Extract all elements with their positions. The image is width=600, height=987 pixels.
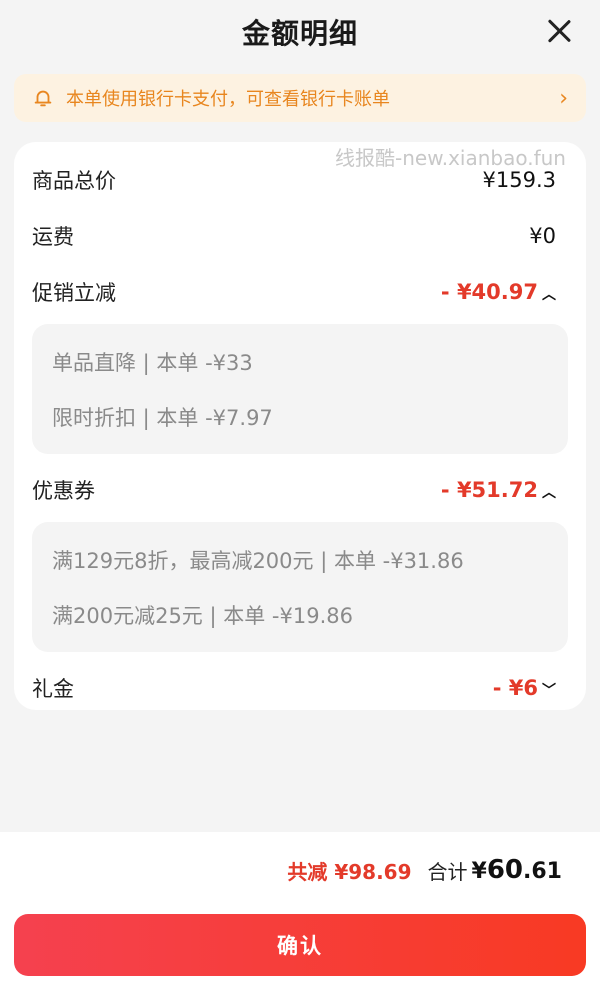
coupon-details: 满129元8折，最高减200元 | 本单 -¥31.86 满200元减25元 |… [32,522,568,652]
coupon-detail-item: 满129元8折，最高减200元 | 本单 -¥31.86 [52,548,464,573]
row-coupon[interactable]: 优惠券 - ¥51.72 ︿ [32,462,568,518]
chevron-right-icon: › [559,85,568,111]
notice-text: 本单使用银行卡支付，可查看银行卡账单 [66,89,390,110]
total-decimal: .61 [523,859,562,884]
row-shipping: 运费 ¥0 [32,208,568,264]
coupon-value-wrap[interactable]: - ¥51.72 ︿ [441,478,568,502]
goods-total-label: 商品总价 [32,169,116,193]
page-title: 金额明细 [241,17,358,50]
promo-value-wrap[interactable]: - ¥40.97 ︿ [441,280,568,304]
coupon-label: 优惠券 [32,479,95,503]
promo-value: - ¥40.97 [440,280,538,304]
chevron-up-icon: ︿ [542,485,556,501]
chevron-down-icon: ﹀ [542,683,556,699]
bank-card-notice[interactable]: 本单使用银行卡支付，可查看银行卡账单 › [14,74,586,122]
watermark: 线报酷-new.xianbao.fun [335,146,566,170]
gift-value: - ¥6 [492,676,538,700]
footer-bar: 共减 ¥98.69 合计 ¥60.61 确认 [0,832,600,987]
goods-total-value: ¥159.3 [482,168,556,192]
total-saved: 共减 ¥98.69 [287,859,412,884]
confirm-button[interactable]: 确认 [14,914,586,976]
row-promo[interactable]: 促销立减 - ¥40.97 ︿ [32,264,568,320]
shipping-value: ¥0 [529,224,556,248]
header: 金额明细 [0,0,600,64]
promo-detail-item: 限时折扣 | 本单 -¥7.97 [52,405,273,430]
price-summary: 共减 ¥98.69 合计 ¥60.61 [0,832,600,908]
gift-label: 礼金 [32,677,74,701]
bell-icon [34,90,52,107]
currency-symbol: ¥ [471,859,487,884]
coupon-detail-item: 满200元减25元 | 本单 -¥19.86 [52,603,353,628]
shipping-label: 运费 [32,225,74,249]
total-integer: 60 [486,855,524,885]
promo-label: 促销立减 [32,281,116,305]
coupon-value: - ¥51.72 [440,478,538,502]
chevron-up-icon: ︿ [542,287,556,303]
total-amount: ¥60.61 [472,855,562,885]
row-gift[interactable]: 礼金 - ¥6 ﹀ [32,660,568,716]
amount-detail-card: 线报酷-new.xianbao.fun 商品总价 ¥159.3 运费 ¥0 促销… [14,142,586,710]
promo-detail-item: 单品直降 | 本单 -¥33 [52,350,253,375]
promo-details: 单品直降 | 本单 -¥33 限时折扣 | 本单 -¥7.97 [32,324,568,454]
close-icon[interactable] [544,16,574,46]
gift-value-wrap[interactable]: - ¥6 ﹀ [493,676,568,700]
total-label: 合计 [427,859,468,884]
